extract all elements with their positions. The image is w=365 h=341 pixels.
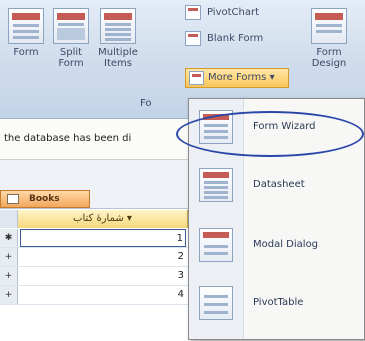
table-icon bbox=[7, 194, 19, 204]
menu-item-label: PivotTable bbox=[253, 297, 304, 308]
message-text: the database has been di bbox=[4, 133, 132, 144]
pivot-table-icon bbox=[199, 286, 233, 320]
record-selector[interactable]: ✱ bbox=[0, 229, 18, 247]
dropdown-arrow-icon: ▾ bbox=[269, 72, 275, 83]
tab-books-label: Books bbox=[29, 194, 60, 204]
table-row[interactable]: + 2 ... bbox=[0, 248, 200, 267]
menu-item-label: Datasheet bbox=[253, 179, 305, 190]
blank-form-button[interactable]: Blank Form bbox=[183, 30, 263, 48]
multiple-items-button-label: Multiple Items bbox=[98, 47, 138, 69]
blank-form-label: Blank Form bbox=[207, 33, 264, 44]
highlight-circle bbox=[176, 111, 364, 157]
form-button[interactable]: Form bbox=[6, 8, 46, 58]
form-icon bbox=[8, 8, 44, 44]
column-header-label: شمارۀ کتاب bbox=[73, 213, 124, 224]
table-cell[interactable]: 4 bbox=[20, 286, 186, 304]
pivot-chart-label: PivotChart bbox=[207, 7, 260, 18]
record-selector[interactable]: + bbox=[0, 267, 18, 285]
column-header[interactable]: شمارۀ کتاب ▾ bbox=[18, 210, 188, 228]
table-cell[interactable]: 3 bbox=[20, 267, 186, 285]
split-form-button[interactable]: Split Form bbox=[52, 8, 90, 69]
table-row[interactable]: + 4 ... bbox=[0, 286, 200, 305]
form-design-button-label: Form Design bbox=[311, 47, 347, 69]
pivot-chart-icon bbox=[185, 5, 201, 20]
record-selector[interactable]: + bbox=[0, 248, 18, 266]
menu-item-datasheet[interactable]: Datasheet bbox=[189, 159, 364, 213]
more-forms-label: More Forms bbox=[208, 72, 267, 83]
more-forms-button[interactable]: More Forms ▾ bbox=[185, 68, 289, 88]
datasheet-icon bbox=[199, 168, 233, 202]
forms-group-label: Fo bbox=[140, 98, 152, 109]
blank-form-icon bbox=[185, 31, 201, 46]
menu-item-pivot-table[interactable]: PivotTable bbox=[189, 277, 364, 331]
tab-books[interactable]: Books bbox=[0, 190, 90, 208]
split-form-icon bbox=[53, 8, 89, 44]
record-selector[interactable]: + bbox=[0, 286, 18, 304]
form-button-label: Form bbox=[13, 47, 39, 58]
table-row[interactable]: ✱ 1 Sq bbox=[0, 229, 201, 248]
form-design-icon bbox=[311, 8, 347, 44]
multiple-items-button[interactable]: Multiple Items bbox=[96, 8, 140, 69]
split-form-button-label: Split Form bbox=[58, 47, 84, 69]
datasheet-grid: شمارۀ کتاب ▾ ✱ 1 Sq + 2 ... + 3 ... + 4 … bbox=[0, 208, 201, 341]
table-cell[interactable]: 2 bbox=[20, 248, 186, 266]
pivot-chart-button[interactable]: PivotChart bbox=[183, 4, 259, 22]
table-cell[interactable]: 1 bbox=[20, 229, 186, 247]
menu-item-label: Modal Dialog bbox=[253, 239, 319, 250]
table-row[interactable]: + 3 ... bbox=[0, 267, 200, 286]
more-forms-icon bbox=[189, 71, 204, 85]
select-all-cell[interactable] bbox=[0, 210, 18, 228]
multiple-items-icon bbox=[100, 8, 136, 44]
modal-dialog-icon bbox=[199, 228, 233, 262]
menu-item-modal-dialog[interactable]: Modal Dialog bbox=[189, 219, 364, 273]
form-design-button[interactable]: Form Design bbox=[306, 8, 352, 69]
